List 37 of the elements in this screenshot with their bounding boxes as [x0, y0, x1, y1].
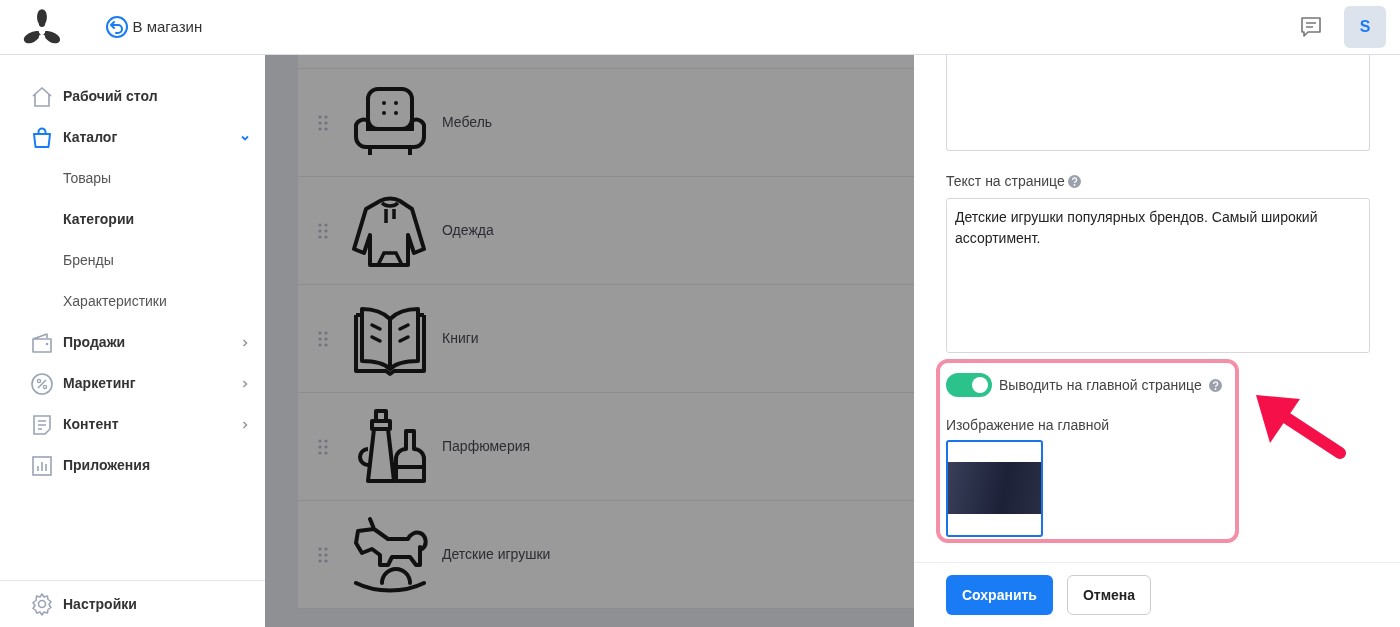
- chat-icon: [1299, 15, 1323, 39]
- toggle-label: Выводить на главной странице: [999, 375, 1202, 395]
- sidebar-item[interactable]: Маркетинг: [0, 363, 265, 404]
- category-name: Мебель: [442, 113, 493, 132]
- sidebar-subitem[interactable]: Характеристики: [0, 281, 265, 322]
- drag-handle-icon: [318, 222, 328, 239]
- drag-handle-icon: [318, 438, 328, 455]
- toggle-switch[interactable]: [946, 373, 992, 397]
- help-icon: [1068, 175, 1082, 188]
- sidebar-item[interactable]: Приложения: [0, 445, 265, 486]
- chat-button[interactable]: [1299, 15, 1323, 39]
- rocking-horse-icon: [352, 516, 428, 593]
- cancel-button[interactable]: Отмена: [1066, 575, 1152, 615]
- settings-item[interactable]: Настройки: [0, 583, 265, 625]
- drag-handle-icon: [318, 330, 328, 347]
- help-icon: [1208, 378, 1222, 392]
- category-name: Детские игрушки: [442, 545, 551, 564]
- image-picker[interactable]: [946, 439, 1043, 537]
- sidebar-item[interactable]: Каталог: [0, 117, 265, 158]
- sidebar-subitem[interactable]: Категории: [0, 199, 265, 240]
- save-button[interactable]: Сохранить: [946, 575, 1053, 615]
- field-label: Изображение на главной: [946, 416, 1111, 435]
- sidebar-item[interactable]: Продажи: [0, 322, 265, 363]
- store-link[interactable]: В магазин: [105, 15, 203, 39]
- drag-handle-icon: [318, 114, 328, 131]
- description-field[interactable]: [946, 55, 1370, 151]
- category-name: Одежда: [442, 221, 494, 240]
- drag-handle-icon: [318, 546, 328, 563]
- field-label: Текст на странице: [946, 172, 1065, 191]
- sidebar-subitem[interactable]: Бренды: [0, 240, 265, 281]
- page-text-field[interactable]: Детские игрушки популярных брендов. Самый широкий ассортимент.: [946, 198, 1370, 353]
- sidebar-subitem[interactable]: Товары: [0, 158, 265, 199]
- category-name: Книги: [442, 329, 479, 348]
- settings-icon: [30, 592, 54, 616]
- sidebar-item[interactable]: Рабочий стол: [0, 76, 265, 117]
- sidebar-item[interactable]: Контент: [0, 404, 265, 445]
- category-name: Парфюмерия: [442, 437, 531, 456]
